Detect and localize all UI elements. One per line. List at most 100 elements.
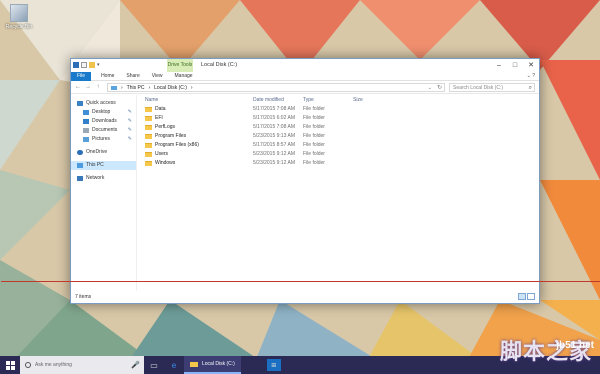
file-row[interactable]: EFI 5/17/2015 6:02 AM File folder: [141, 114, 539, 123]
file-name-text: Data: [155, 106, 166, 112]
nav-label: Desktop: [92, 109, 111, 115]
file-name: Windows: [145, 159, 175, 168]
ribbon-expand-icon[interactable]: ⌄ ?: [527, 72, 535, 81]
breadcrumb-sep: ›: [121, 84, 123, 91]
file-date: 5/17/2015 8:57 AM: [253, 142, 295, 148]
tab-view[interactable]: View: [146, 72, 169, 81]
file-type: File folder: [303, 160, 325, 166]
maximize-icon[interactable]: □: [507, 59, 523, 72]
ribbon-tabs: File Home Share View Manage ⌄ ?: [71, 71, 539, 81]
pin-icon: ✎: [127, 109, 132, 115]
file-list[interactable]: Name Date modified Type Size Data 5/17/20…: [141, 95, 539, 291]
cortana-search-box[interactable]: Ask me anything 🎤: [20, 356, 144, 374]
close-icon[interactable]: ✕: [523, 59, 539, 72]
details-view-icon[interactable]: [518, 293, 526, 300]
nav-item-pictures[interactable]: Pictures ✎: [71, 135, 136, 144]
file-row[interactable]: Program Files 5/23/2015 9:13 AM File folde…: [141, 132, 539, 141]
taskbar-app-explorer[interactable]: Local Disk (C:): [184, 356, 241, 374]
folder-icon: [145, 116, 152, 121]
nav-this-pc[interactable]: This PC: [71, 161, 136, 170]
title-bar[interactable]: ▾ Drive Tools Local Disk (C:) – □ ✕: [71, 59, 539, 72]
tab-file[interactable]: File: [71, 71, 92, 81]
large-icons-view-icon[interactable]: [527, 293, 535, 300]
start-button[interactable]: [0, 356, 20, 374]
nav-quick-access[interactable]: Quick access: [71, 99, 136, 108]
file-row[interactable]: Windows 5/23/2015 9:12 AM File folder: [141, 159, 539, 168]
forward-icon[interactable]: →: [84, 84, 92, 90]
nav-item-desktop[interactable]: Desktop ✎: [71, 108, 136, 117]
pin-icon: ✎: [127, 118, 132, 124]
watermark-url: jb51.net: [556, 340, 594, 351]
taskbar-search-placeholder: Ask me anything: [35, 362, 72, 368]
folder-icon: [145, 143, 152, 148]
tab-home[interactable]: Home: [95, 72, 120, 81]
nav-network[interactable]: Network: [71, 174, 136, 183]
navigation-pane[interactable]: Quick access Desktop ✎ Downloads ✎ Docum…: [71, 95, 137, 291]
breadcrumb-sep: ›: [148, 84, 151, 91]
column-header-type[interactable]: Type: [303, 97, 314, 103]
file-date: 5/17/2015 6:02 AM: [253, 115, 295, 121]
address-bar[interactable]: › This PC › Local Disk (C:) › ⌄ ↻: [107, 83, 445, 92]
file-explorer-window[interactable]: ▾ Drive Tools Local Disk (C:) – □ ✕ File…: [1, 58, 600, 304]
store-icon[interactable]: ⊞: [266, 359, 281, 371]
column-header-size[interactable]: Size: [353, 97, 363, 103]
nav-label: Quick access: [86, 100, 116, 106]
file-type: File folder: [303, 151, 325, 157]
address-dropdown-icon[interactable]: ⌄: [428, 84, 432, 92]
nav-label: OneDrive: [86, 149, 108, 155]
edge-browser-icon[interactable]: e: [164, 356, 184, 374]
status-bar: 7 items: [71, 291, 539, 303]
nav-label: This PC: [86, 162, 104, 168]
up-icon[interactable]: ↑: [94, 84, 102, 90]
file-row[interactable]: PerfLogs 5/17/2015 7:08 AM File folder: [141, 123, 539, 132]
context-tab-drive-tools[interactable]: Drive Tools: [167, 59, 193, 72]
file-row[interactable]: Data 5/17/2015 7:08 AM File folder: [141, 105, 539, 114]
back-icon[interactable]: ←: [74, 84, 82, 90]
search-placeholder: Search Local Disk (C:): [453, 85, 504, 91]
breadcrumb-this-pc[interactable]: This PC: [127, 85, 145, 91]
file-date: 5/23/2015 9:12 AM: [253, 160, 295, 166]
nav-item-downloads[interactable]: Downloads ✎: [71, 117, 136, 126]
file-name-text: Users: [155, 151, 169, 157]
downloads-icon: [83, 119, 89, 124]
file-row[interactable]: Program Files (x86) 5/17/2015 8:57 AM File…: [141, 141, 539, 150]
file-name: Users: [145, 150, 168, 159]
column-header-name[interactable]: Name: [145, 97, 158, 103]
refresh-icon[interactable]: ↻: [437, 84, 442, 92]
nav-buttons: ← → ↑: [71, 84, 102, 90]
file-name-text: Program Files: [155, 133, 187, 139]
pin-icon: ✎: [127, 127, 132, 133]
folder-icon: [145, 134, 152, 139]
column-headers: Name Date modified Type Size: [141, 95, 539, 105]
pin-icon: ✎: [127, 136, 132, 142]
file-type: File folder: [303, 124, 325, 130]
file-name-text: Windows: [155, 160, 176, 166]
breadcrumb-local-disk[interactable]: Local Disk (C:): [154, 85, 187, 91]
search-input[interactable]: Search Local Disk (C:) ⌕: [449, 83, 535, 92]
cortana-icon: [25, 362, 31, 368]
file-type: File folder: [303, 133, 325, 139]
task-view-icon[interactable]: ▭: [144, 356, 164, 374]
file-name: EFI: [145, 114, 163, 123]
recycle-bin-icon: [10, 4, 28, 22]
minimize-icon[interactable]: –: [491, 59, 507, 72]
tab-share[interactable]: Share: [120, 72, 145, 81]
star-icon: [77, 101, 83, 106]
microphone-icon[interactable]: 🎤: [131, 361, 140, 369]
column-header-date[interactable]: Date modified: [253, 97, 284, 103]
tab-manage[interactable]: Manage: [169, 72, 199, 81]
properties-icon[interactable]: [81, 62, 87, 68]
desktop-recycle-bin[interactable]: Recycle Bin: [4, 4, 34, 30]
nav-label: Network: [86, 175, 105, 181]
new-folder-icon[interactable]: [89, 62, 95, 68]
customize-qat-icon[interactable]: ▾: [97, 62, 101, 68]
desktop-icon: [83, 110, 89, 115]
nav-label: Pictures: [92, 136, 111, 142]
address-bar-row: ← → ↑ › This PC › Local Disk (C:) › ⌄ ↻ …: [71, 81, 539, 94]
file-type: File folder: [303, 142, 325, 148]
file-name: Data: [145, 105, 166, 114]
explorer-app-icon: [73, 62, 79, 68]
file-row[interactable]: Users 5/23/2015 9:12 AM File folder: [141, 150, 539, 159]
nav-onedrive[interactable]: OneDrive: [71, 148, 136, 157]
nav-item-documents[interactable]: Documents ✎: [71, 126, 136, 135]
